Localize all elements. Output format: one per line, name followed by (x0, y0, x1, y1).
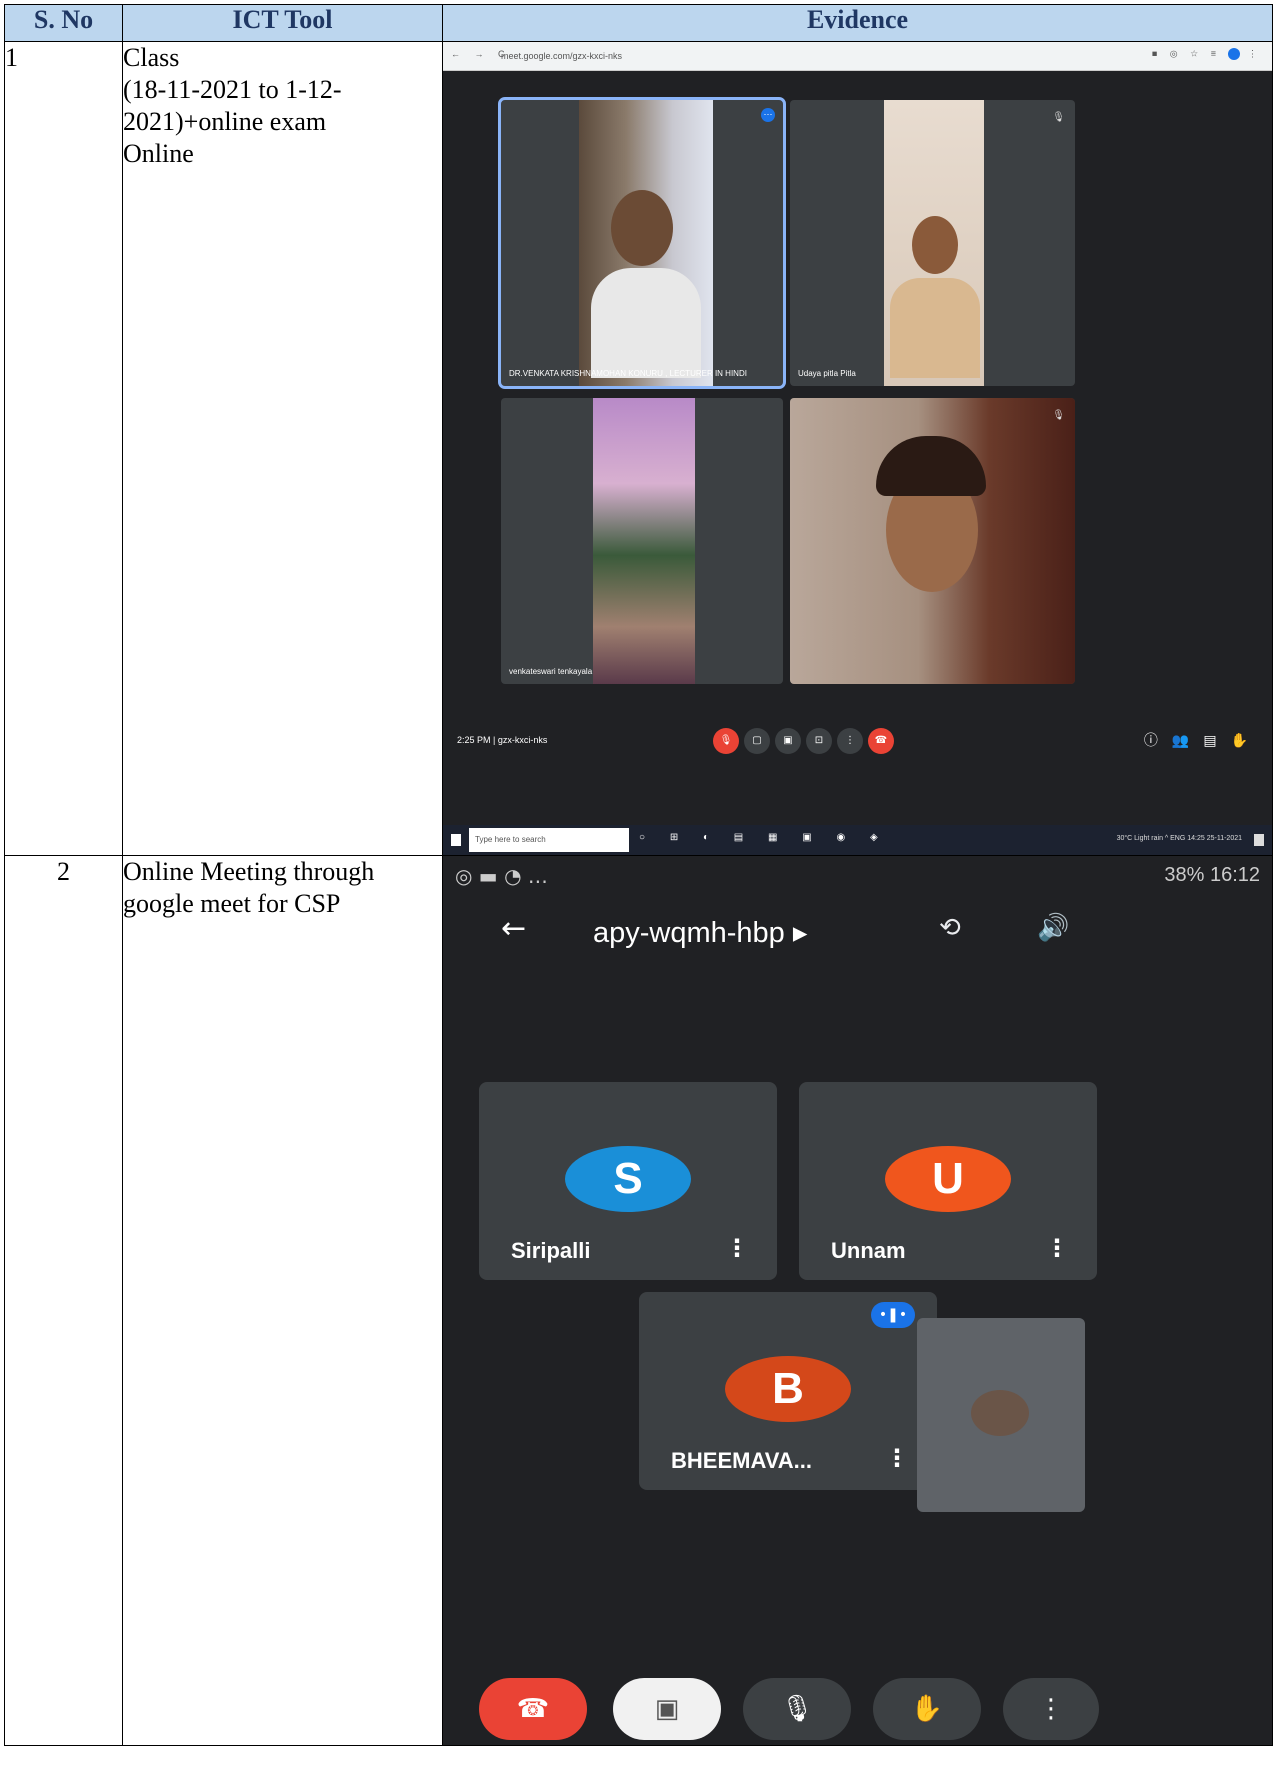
address-bar[interactable]: meet.google.com/gzx-kxci-nks (501, 48, 721, 64)
header-sno: S. No (4, 4, 123, 42)
switch-camera-icon[interactable]: ⟲ (939, 913, 961, 943)
end-call-button[interactable]: ☎ (479, 1678, 587, 1740)
meeting-code[interactable]: apy-wqmh-hbp ▸ (593, 915, 807, 950)
evidence-screenshot-desktop: ← → C meet.google.com/gzx-kxci-nks ■ ◎ ☆… (442, 41, 1273, 856)
mic-muted-icon: 🎙 (1052, 410, 1065, 421)
participant-shirt (890, 278, 980, 378)
meeting-side-icons[interactable]: ⓘ👥▤✋ (1144, 730, 1262, 750)
notification-icon[interactable] (1254, 834, 1264, 846)
taskbar-app-icons[interactable]: ○ ⊞ ◐ ▤ ▦ ▣ ◉ ◈ (639, 832, 889, 843)
participant-name: BHEEMAVA... (671, 1448, 812, 1473)
more-options-icon[interactable]: ⋯ (761, 108, 775, 122)
header-row: S. No ICT Tool Evidence (4, 4, 1273, 42)
back-arrow-icon[interactable]: ← (501, 911, 526, 946)
tool-line: Online (123, 139, 194, 168)
video-tile[interactable]: 🎙 Udaya pitla Pitla (790, 100, 1075, 386)
meeting-header: ← apy-wqmh-hbp ▸ ⟲ 🔊 (444, 901, 1272, 961)
video-tile[interactable]: 🎙 (790, 398, 1075, 684)
header-evidence: Evidence (442, 4, 1273, 42)
participant-name: venkateswari tenkayala (509, 667, 593, 676)
speaker-icon[interactable]: 🔊 (1037, 913, 1069, 943)
participant-name: Siripalli (511, 1238, 591, 1263)
self-view-face (971, 1390, 1029, 1436)
google-meet-mobile: ◎ ▬ ◔ … 38% 16:12 ← apy-wqmh-hbp ▸ ⟲ 🔊 S… (443, 856, 1272, 1745)
tool-line: Class (123, 43, 180, 72)
table-row: 1 Class (18-11-2021 to 1-12- 2021)+onlin… (4, 41, 1273, 856)
google-meet-desktop: ← → C meet.google.com/gzx-kxci-nks ■ ◎ ☆… (443, 42, 1272, 855)
raise-hand-button[interactable]: ✋ (873, 1678, 981, 1740)
system-tray: 30°C Light rain ^ ENG 14:25 25-11-2021 (1116, 835, 1242, 842)
participant-name: Unnam (831, 1238, 906, 1263)
ict-tool-cell: Class (18-11-2021 to 1-12- 2021)+online … (122, 41, 443, 856)
participant-face (912, 216, 958, 274)
self-view-video[interactable] (917, 1318, 1085, 1512)
participant-shirt (591, 268, 701, 378)
notification-icons: ◎ ▬ ◔ … (455, 864, 548, 888)
ict-evidence-table: S. No ICT Tool Evidence 1 Class (18-11-2… (4, 4, 1273, 1746)
tool-line: 2021)+online exam (123, 107, 327, 136)
present-button[interactable]: ⊡ (806, 728, 832, 754)
participant-face (611, 190, 673, 266)
avatar: S (565, 1146, 691, 1212)
video-tile[interactable]: ⋯ DR.VENKATA KRISHNAMOHAN KONURU , LECTU… (498, 97, 786, 389)
more-options-button[interactable]: ⋮ (1003, 1678, 1099, 1740)
browser-extension-icons: ■ ◎ ☆ ≡ ⋮ (1151, 48, 1262, 60)
row-number: 1 (4, 41, 123, 856)
account-avatar[interactable] (1228, 48, 1241, 60)
mic-muted-icon: 🎙 (1052, 112, 1065, 123)
header-ict-tool: ICT Tool (122, 4, 443, 42)
more-options-icon[interactable]: ⋮ (725, 1234, 749, 1262)
avatar: B (725, 1356, 851, 1422)
battery-time: 38% 16:12 (1164, 864, 1260, 886)
table-row: 2 Online Meeting through google meet for… (4, 855, 1273, 1746)
evidence-screenshot-mobile: ◎ ▬ ◔ … 38% 16:12 ← apy-wqmh-hbp ▸ ⟲ 🔊 S… (442, 855, 1273, 1746)
avatar: U (885, 1146, 1011, 1212)
participant-tile[interactable]: U Unnam ⋮ (799, 1082, 1097, 1280)
browser-toolbar: ← → C meet.google.com/gzx-kxci-nks ■ ◎ ☆… (443, 42, 1272, 71)
microphone-button[interactable]: 🎙 (743, 1678, 851, 1740)
ict-tool-cell: Online Meeting through google meet for C… (122, 855, 443, 1746)
meet-control-bar: 2:25 PM | gzx-kxci-nks 🎙 ▢ ▣ ⊡ ⋮ ☎ ⓘ👥▤✋ (444, 722, 1272, 762)
tool-line: google meet for CSP (123, 889, 341, 918)
taskbar-search-input[interactable]: Type here to search (469, 828, 629, 852)
video-tile[interactable]: venkateswari tenkayala (501, 398, 783, 684)
more-options-button[interactable]: ⋮ (837, 728, 863, 754)
meeting-info: 2:25 PM | gzx-kxci-nks (457, 735, 548, 745)
participant-name: Udaya pitla Pitla (798, 369, 856, 378)
windows-taskbar: Type here to search ○ ⊞ ◐ ▤ ▦ ▣ ◉ ◈ 30°C… (443, 825, 1272, 855)
participant-tile[interactable]: •❚• B BHEEMAVA... ⋮ (639, 1292, 937, 1490)
speaking-indicator-icon: •❚• (871, 1302, 915, 1328)
mic-toggle-button[interactable]: 🎙 (713, 728, 739, 754)
tool-line: (18-11-2021 to 1-12- (123, 75, 342, 104)
more-options-icon[interactable]: ⋮ (885, 1444, 909, 1472)
windows-start-icon[interactable] (451, 834, 461, 846)
captions-button[interactable]: ▣ (775, 728, 801, 754)
participant-tile[interactable]: S Siripalli ⋮ (479, 1082, 777, 1280)
camera-off-button[interactable]: ▣ (613, 1678, 721, 1740)
row-number: 2 (4, 855, 123, 1746)
end-call-button[interactable]: ☎ (868, 728, 894, 754)
participant-video (593, 398, 695, 684)
more-options-icon[interactable]: ⋮ (1045, 1234, 1069, 1262)
participant-name: DR.VENKATA KRISHNAMOHAN KONURU , LECTURE… (509, 369, 747, 378)
phone-status-bar: ◎ ▬ ◔ … 38% 16:12 (444, 857, 1272, 897)
tool-line: Online Meeting through (123, 857, 375, 886)
camera-toggle-button[interactable]: ▢ (744, 728, 770, 754)
